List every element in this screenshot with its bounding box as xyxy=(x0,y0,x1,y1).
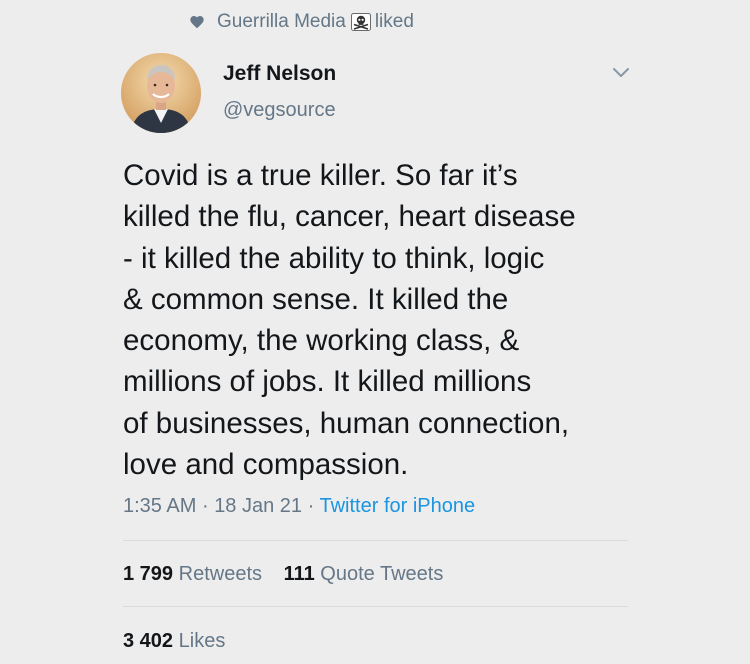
tweet-text: Covid is a true killer. So far it’s kill… xyxy=(123,159,576,482)
tweet-source[interactable]: Twitter for iPhone xyxy=(319,495,475,517)
retweets-stat[interactable]: 1 799 Retweets xyxy=(123,563,262,586)
retweets-label: Retweets xyxy=(178,563,262,585)
liked-label: liked xyxy=(374,11,414,32)
likes-row: 3 402 Likes xyxy=(123,630,241,653)
likes-stat[interactable]: 3 402 Likes xyxy=(123,630,225,653)
likes-count: 3 402 xyxy=(123,630,174,652)
tweet-time[interactable]: 1:35 AM xyxy=(123,495,196,517)
divider xyxy=(123,606,628,607)
divider xyxy=(123,540,628,541)
heart-icon xyxy=(190,16,204,29)
avatar-photo xyxy=(121,53,201,133)
quote-tweets-label: Quote Tweets xyxy=(320,563,444,585)
engagement-stats: 1 799 Retweets 111 Quote Tweets xyxy=(123,563,459,586)
liker-name[interactable]: Guerrilla Media xyxy=(217,11,346,33)
quote-tweets-stat[interactable]: 111 Quote Tweets xyxy=(284,563,444,586)
avatar[interactable] xyxy=(121,53,201,133)
tweet-meta: 1:35 AM · 18 Jan 21 · Twitter for iPhone xyxy=(123,495,475,518)
user-handle[interactable]: @vegsource xyxy=(223,99,336,122)
chevron-down-icon[interactable] xyxy=(608,62,634,84)
tweet-card: Guerrilla Media liked Jeff Nelson @vegso… xyxy=(0,0,750,664)
tweet-date[interactable]: 18 Jan 21 xyxy=(214,495,302,517)
social-context: Guerrilla Media liked xyxy=(189,9,414,35)
meta-separator: · xyxy=(201,495,209,517)
retweets-count: 1 799 xyxy=(123,563,174,585)
display-name[interactable]: Jeff Nelson xyxy=(223,62,336,86)
quote-tweets-count: 111 xyxy=(283,563,315,585)
skull-crossbones-icon xyxy=(350,13,371,31)
meta-separator: · xyxy=(307,495,315,517)
likes-label: Likes xyxy=(178,630,226,652)
